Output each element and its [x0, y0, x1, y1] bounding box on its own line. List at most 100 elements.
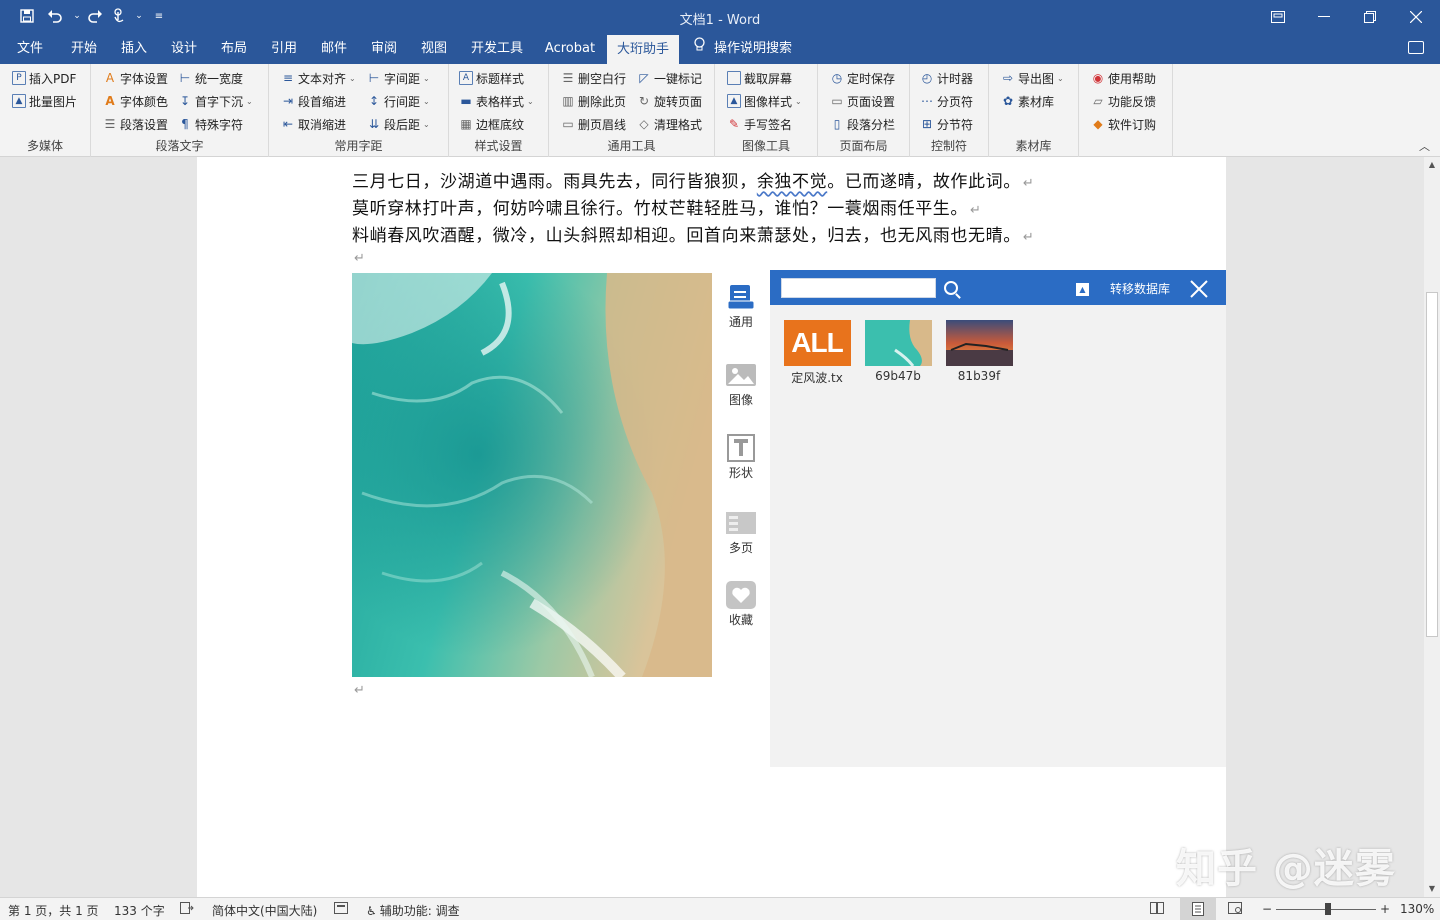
- order-button[interactable]: ◆ 软件订购: [1091, 114, 1156, 134]
- drop-cap-button[interactable]: ↧ 首字下沉 ⌄: [178, 91, 253, 111]
- table-style-button[interactable]: ▬ 表格样式 ⌄: [459, 91, 533, 111]
- screenshot-button[interactable]: 截取屏幕: [727, 68, 792, 88]
- delete-page-button[interactable]: ▥ 删除此页: [561, 91, 626, 111]
- read-mode-icon[interactable]: [1150, 902, 1164, 917]
- help-button[interactable]: ◉ 使用帮助: [1091, 68, 1156, 88]
- group-page-layout: ◷ 定时保存 ▭ 页面设置 ▯ 段落分栏 页面布局: [818, 64, 910, 157]
- word-count[interactable]: 133 个字: [114, 902, 165, 919]
- ribbon-display-options-icon[interactable]: [1255, 0, 1301, 33]
- plugin-search-input[interactable]: [781, 278, 936, 298]
- timer-icon: ◴: [921, 71, 933, 85]
- signature-button[interactable]: ✎ 手写签名: [727, 114, 792, 134]
- timer-button[interactable]: ◴ 计时器: [920, 68, 973, 88]
- rotate-page-button[interactable]: ↻ 旋转页面: [637, 91, 702, 111]
- tab-file[interactable]: 文件: [8, 33, 52, 64]
- text-align-button[interactable]: ≡ 文本对齐 ⌄: [281, 68, 356, 88]
- cancel-indent-button[interactable]: ⇤ 取消缩进: [281, 114, 346, 134]
- export-image-button[interactable]: ⇨ 导出图 ⌄: [1001, 68, 1064, 88]
- language-indicator[interactable]: 简体中文(中国大陆): [212, 902, 317, 919]
- minimize-icon[interactable]: [1301, 0, 1347, 33]
- macro-record-icon[interactable]: [334, 902, 348, 917]
- plugin-nav-image[interactable]: 图像: [712, 362, 770, 408]
- font-settings-button[interactable]: A 字体设置: [103, 68, 168, 88]
- plugin-nav-favorites[interactable]: 收藏: [712, 581, 770, 628]
- tab-developer[interactable]: 开发工具: [464, 33, 530, 64]
- comment-mark-icon: ◸: [639, 71, 649, 85]
- border-shading-button[interactable]: ▦ 边框底纹: [459, 114, 524, 134]
- empty-paragraph-after-image[interactable]: ↵: [352, 679, 366, 699]
- material-library-button[interactable]: ✿ 素材库: [1001, 91, 1054, 111]
- delete-blank-lines-button[interactable]: ☰ 删空白行: [561, 68, 626, 88]
- columns-button[interactable]: ▯ 段落分栏: [830, 114, 895, 134]
- text-line-2[interactable]: 莫听穿林打叶声，何妨吟啸且徐行。竹杖芒鞋轻胜马，谁怕？一蓑烟雨任平生。 ↵: [352, 194, 982, 219]
- tab-view[interactable]: 视图: [412, 33, 456, 64]
- first-indent-button[interactable]: ⇥ 段首缩进: [281, 91, 346, 111]
- feedback-button[interactable]: ▱ 功能反馈: [1091, 91, 1156, 111]
- web-layout-icon[interactable]: [1228, 902, 1242, 917]
- tab-insert[interactable]: 插入: [112, 33, 156, 64]
- spell-check-word[interactable]: 余独不觉: [757, 172, 827, 192]
- document-page[interactable]: 三月七日，沙湖道中遇雨。雨具先去，同行皆狼狈，余独不觉。已而遂晴，故作此词。 ↵ …: [197, 157, 1226, 897]
- tab-review[interactable]: 审阅: [362, 33, 406, 64]
- print-layout-icon[interactable]: [1180, 898, 1216, 920]
- plugin-nav-multipage[interactable]: 多页: [712, 510, 770, 556]
- beach-aerial-image[interactable]: [352, 273, 713, 677]
- tab-layout[interactable]: 布局: [212, 33, 256, 64]
- plugin-nav-general[interactable]: 通用: [712, 284, 770, 330]
- tab-design[interactable]: 设计: [162, 33, 206, 64]
- space-after-button[interactable]: ⇊ 段后距 ⌄: [367, 114, 430, 134]
- page-setup-button[interactable]: ▭ 页面设置: [830, 91, 895, 111]
- char-spacing-button[interactable]: ⊢ 字间距 ⌄: [367, 68, 430, 88]
- one-click-mark-button[interactable]: ◸ 一键标记: [637, 68, 702, 88]
- insert-pdf-button[interactable]: P 插入PDF: [12, 68, 76, 88]
- plugin-close-icon[interactable]: [1190, 274, 1208, 304]
- transfer-database-button[interactable]: 转移数据库: [1110, 280, 1170, 297]
- plugin-nav-shape[interactable]: 形状: [712, 434, 770, 481]
- zoom-level[interactable]: 130%: [1400, 902, 1434, 916]
- accessibility-checker[interactable]: ♿ 辅助功能: 调查: [366, 902, 460, 919]
- tab-dahang-assistant[interactable]: 大珩助手: [607, 33, 679, 64]
- tab-references[interactable]: 引用: [262, 33, 306, 64]
- tab-mailings[interactable]: 邮件: [312, 33, 356, 64]
- text-line-3[interactable]: 料峭春风吹酒醒，微冷，山头斜照却相迎。回首向来萧瑟处，归去，也无风雨也无晴。 ↵: [352, 221, 1034, 246]
- text-line-1[interactable]: 三月七日，沙湖道中遇雨。雨具先去，同行皆狼狈，余独不觉。已而遂晴，故作此词。 ↵: [352, 167, 1034, 192]
- zoom-out-button[interactable]: −: [1262, 902, 1272, 916]
- section-break-button[interactable]: ⊞ 分节符: [920, 114, 973, 134]
- paragraph-settings-button[interactable]: ☰ 段落设置: [103, 114, 168, 134]
- tab-home[interactable]: 开始: [62, 33, 106, 64]
- tell-me-search[interactable]: 操作说明搜索: [694, 33, 792, 64]
- material-item-beach[interactable]: 69b47b: [864, 320, 932, 383]
- proofing-icon[interactable]: [180, 902, 194, 917]
- empty-paragraph[interactable]: ↵: [352, 247, 366, 267]
- delete-header-line-button[interactable]: ▭ 删页眉线: [561, 114, 626, 134]
- line-spacing-button[interactable]: ↕ 行间距 ⌄: [367, 91, 430, 111]
- tab-acrobat[interactable]: Acrobat: [538, 33, 602, 64]
- batch-images-button[interactable]: ▲ 批量图片: [12, 91, 77, 111]
- comments-icon[interactable]: [1408, 41, 1424, 54]
- heading-style-button[interactable]: A 标题样式: [459, 68, 524, 88]
- paragraph-mark: ↵: [354, 251, 366, 266]
- page-count[interactable]: 第 1 页，共 1 页: [8, 902, 99, 919]
- collapse-ribbon-icon[interactable]: ︿: [1419, 138, 1430, 154]
- close-icon[interactable]: [1393, 0, 1439, 33]
- material-item-text[interactable]: ALL 定风波.tx: [783, 320, 851, 386]
- zoom-slider-thumb[interactable]: [1325, 903, 1331, 915]
- search-icon[interactable]: [944, 281, 958, 295]
- restore-icon[interactable]: [1347, 0, 1393, 33]
- scroll-down-icon[interactable]: ▼: [1424, 881, 1440, 897]
- font-color-button[interactable]: A 字体颜色: [103, 91, 168, 111]
- page-break-button[interactable]: ⋯ 分页符: [920, 91, 973, 111]
- plugin-panel: ▲ 转移数据库 ALL 定风波.tx 69b47b 81b39f: [770, 270, 1226, 767]
- material-item-sunset[interactable]: 81b39f: [945, 320, 1013, 383]
- clear-format-button[interactable]: ◇ 清理格式: [637, 114, 702, 134]
- uniform-width-button[interactable]: ⊢ 统一宽度: [178, 68, 243, 88]
- scroll-up-icon[interactable]: ▲: [1424, 157, 1440, 173]
- auto-save-button[interactable]: ◷ 定时保存: [830, 68, 895, 88]
- scroll-top-icon[interactable]: ▲: [1076, 283, 1089, 296]
- special-chars-button[interactable]: ¶ 特殊字符: [178, 114, 243, 134]
- zoom-in-button[interactable]: +: [1380, 902, 1390, 916]
- ribbon: P 插入PDF ▲ 批量图片 多媒体 A 字体设置 A 字体颜色 ☰ 段落设置 ⊢ 统一宽度…: [0, 64, 1440, 157]
- scrollbar-thumb[interactable]: [1426, 292, 1438, 637]
- vertical-scrollbar[interactable]: ▲ ▼: [1424, 157, 1440, 897]
- image-style-button[interactable]: ▲ 图像样式 ⌄: [727, 91, 802, 111]
